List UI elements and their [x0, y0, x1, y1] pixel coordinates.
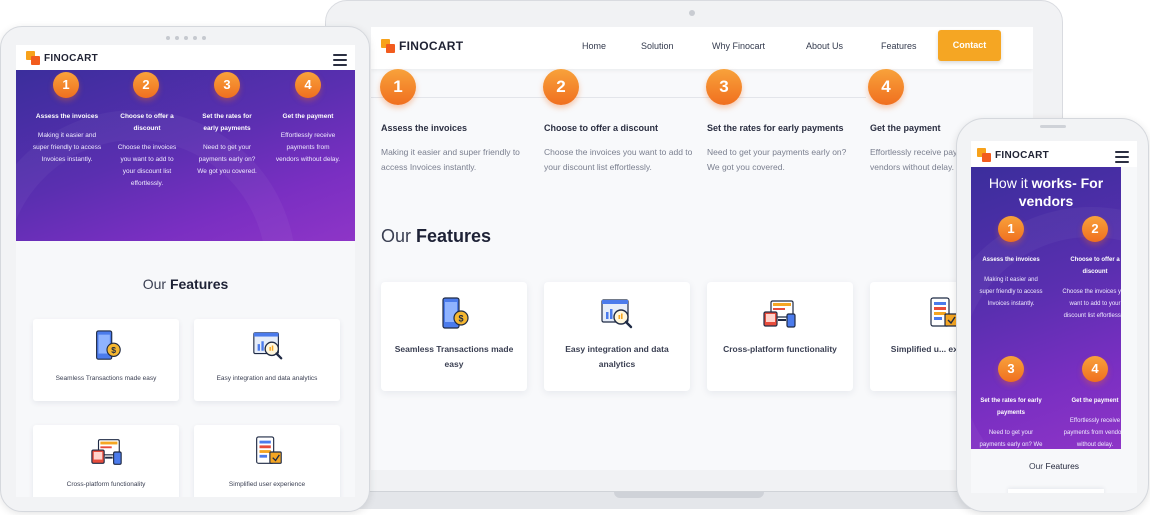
- navbar: FINOCART Home Solution Why Finocart Abou…: [371, 27, 1033, 69]
- mobile-payment-icon: [436, 296, 472, 332]
- step-1-badge: 1: [380, 69, 416, 105]
- step-2-desc: Choose the invoices you want to add to y…: [117, 144, 177, 187]
- step-1-desc: Making it easier and super friendly to a…: [979, 277, 1043, 307]
- finocart-logo-icon: [26, 51, 40, 65]
- feature-card-label: Easy integration and data analytics: [565, 344, 669, 369]
- step-4-title: Get the payment: [282, 113, 334, 120]
- devices-mockup: FINOCART Home Solution Why Finocart Abou…: [0, 0, 1150, 515]
- feature-card-analytics[interactable]: Easy integration and data analytics: [544, 282, 690, 391]
- feature-card-transactions[interactable]: Seamless Transactions made easy: [381, 282, 527, 391]
- nav-solution[interactable]: Solution: [641, 41, 674, 51]
- analytics-magnifier-icon: [599, 296, 635, 332]
- phone-speaker: [1040, 125, 1066, 128]
- devices-icon: [90, 435, 124, 469]
- step-2-badge: 2: [133, 72, 159, 98]
- step-3-badge: 3: [998, 356, 1024, 382]
- nav-features[interactable]: Features: [881, 41, 917, 51]
- features-heading-prefix: Our: [142, 276, 167, 292]
- step-4-badge: 4: [295, 72, 321, 98]
- brand-logo[interactable]: FINOCART: [26, 51, 98, 65]
- brand-name: FINOCART: [995, 149, 1050, 161]
- step-4-desc: Effortlessly receive payments from vendo…: [1063, 418, 1121, 448]
- how-it-works-section: How it works- For vendors 1 2 Assess the…: [971, 167, 1121, 449]
- step-3-title: Set the rates for early payments: [202, 113, 252, 132]
- tablet-header: FINOCART: [16, 45, 355, 70]
- step-1-desc: Making it easier and super friendly to a…: [381, 147, 520, 172]
- brand-logo[interactable]: FINOCART: [977, 148, 1049, 162]
- finocart-logo-icon: [977, 148, 991, 162]
- step-2-desc: Choose the invoices you want to add to y…: [1062, 289, 1121, 319]
- step-1-badge: 1: [998, 216, 1024, 242]
- step-3-desc: Need to get your payments early on? We g…: [979, 430, 1043, 448]
- feature-card-cross-platform[interactable]: Cross-platform functionality: [33, 425, 179, 497]
- feature-card-cross-platform[interactable]: Cross-platform functionality: [707, 282, 853, 391]
- tablet-screen: FINOCART 1 2 3 4 Assess the invoices Cho…: [16, 45, 355, 497]
- devices-icon: [762, 296, 798, 332]
- features-heading-bold: Features: [1045, 461, 1080, 471]
- brand-name: FINOCART: [44, 52, 99, 64]
- feature-card-ux[interactable]: Simplified user experience: [194, 425, 340, 497]
- tablet-sensors: [166, 36, 206, 40]
- step-3-title: Set the rates for early payments: [707, 123, 844, 133]
- feature-card-label: Seamless Transactions made easy: [394, 344, 514, 369]
- step-4-badge: 4: [1082, 356, 1108, 382]
- features-heading-prefix: Our: [1028, 461, 1044, 471]
- step-1-title: Assess the invoices: [381, 123, 468, 133]
- step-1-badge: 1: [53, 72, 79, 98]
- step-2-title: Choose to offer a discount: [1070, 257, 1120, 275]
- step-1-desc: Making it easier and super friendly to a…: [32, 132, 102, 163]
- step-2-badge: 2: [1082, 216, 1108, 242]
- nav-home[interactable]: Home: [582, 41, 606, 51]
- step-2-desc: Choose the invoices you want to add to y…: [544, 147, 693, 172]
- step-3-badge: 3: [706, 69, 742, 105]
- brand-logo[interactable]: FINOCART: [381, 39, 463, 53]
- hamburger-menu-icon[interactable]: [1115, 151, 1129, 163]
- steps-divider: [371, 97, 866, 98]
- laptop-camera: [689, 10, 695, 16]
- step-2-title: Choose to offer a discount: [544, 123, 659, 133]
- how-it-works-title: How it works- For vendors: [971, 174, 1121, 210]
- step-3-badge: 3: [214, 72, 240, 98]
- how-it-works-section: 1 2 3 4 Assess the invoices Choose to of…: [16, 70, 355, 241]
- features-heading-bold: Features: [416, 226, 492, 246]
- feature-card-label: Cross-platform functionality: [66, 481, 146, 488]
- how-it-works-title-prefix: How it: [988, 175, 1028, 191]
- step-2-title: Choose to offer a discount: [120, 113, 174, 132]
- step-1-title: Assess the invoices: [982, 257, 1040, 263]
- feature-card-peek[interactable]: [1008, 489, 1104, 493]
- feature-card-label: Easy integration and data analytics: [216, 375, 318, 382]
- step-4-badge: 4: [868, 69, 904, 105]
- contact-button[interactable]: Contact: [938, 30, 1001, 61]
- finocart-logo-icon: [381, 39, 395, 53]
- features-heading: Our Features: [971, 461, 1137, 471]
- step-4-desc: Effortlessly receive payments from vendo…: [275, 132, 341, 163]
- brand-name: FINOCART: [399, 39, 464, 53]
- step-2-badge: 2: [543, 69, 579, 105]
- step-3-title: Set the rates for early payments: [980, 398, 1042, 416]
- step-3-desc: Need to get your payments early on? We g…: [707, 147, 847, 172]
- user-experience-icon: [251, 435, 285, 469]
- step-4-title: Get the payment: [1071, 398, 1119, 404]
- features-heading: Our Features: [381, 226, 491, 247]
- feature-card-analytics[interactable]: Easy integration and data analytics: [194, 319, 340, 401]
- features-heading-bold: Features: [169, 276, 229, 292]
- nav-about-us[interactable]: About Us: [806, 41, 843, 51]
- hamburger-menu-icon[interactable]: [333, 54, 347, 66]
- feature-card-label: Seamless Transactions made easy: [55, 375, 157, 382]
- features-heading-prefix: Our: [381, 226, 412, 246]
- phone-header: FINOCART: [971, 141, 1137, 167]
- feature-card-transactions[interactable]: Seamless Transactions made easy: [33, 319, 179, 401]
- feature-card-label: Cross-platform functionality: [723, 344, 837, 354]
- features-heading: Our Features: [16, 276, 355, 292]
- nav-why-finocart[interactable]: Why Finocart: [712, 41, 765, 51]
- mobile-payment-icon: [90, 329, 124, 363]
- feature-card-label: Simplified user experience: [228, 481, 306, 488]
- phone-screen: FINOCART How it works- For vendors 1 2 A…: [971, 141, 1137, 493]
- how-it-works-title-bold: works- For vendors: [1018, 175, 1104, 209]
- step-3-desc: Need to get your payments early on? We g…: [197, 144, 257, 175]
- laptop-screen: FINOCART Home Solution Why Finocart Abou…: [371, 27, 1033, 470]
- step-1-title: Assess the invoices: [35, 113, 99, 120]
- analytics-magnifier-icon: [251, 329, 285, 363]
- laptop-notch: [614, 492, 764, 498]
